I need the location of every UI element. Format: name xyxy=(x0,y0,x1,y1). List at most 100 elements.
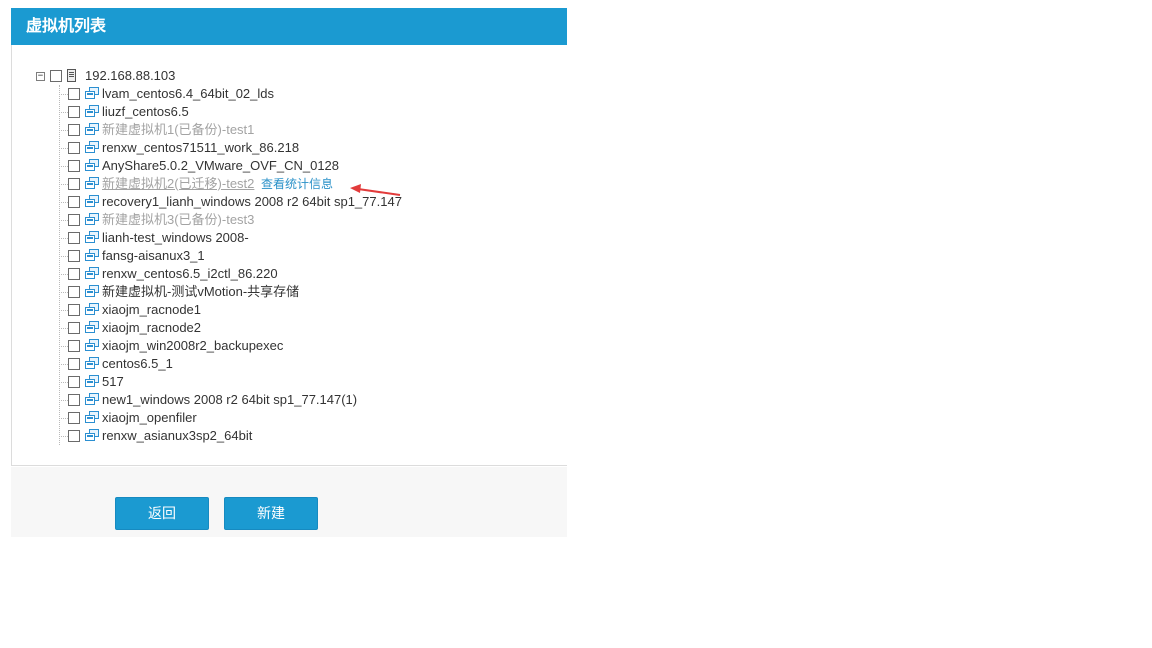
vm-row: renxw_centos71511_work_86.218 xyxy=(12,139,568,157)
vm-checkbox[interactable] xyxy=(68,232,80,244)
vm-checkbox[interactable] xyxy=(68,178,80,190)
vm-row: 新建虚拟机3(已备份)-test3 xyxy=(12,211,568,229)
tree-branch-line xyxy=(59,364,68,365)
vm-label[interactable]: new1_windows 2008 r2 64bit sp1_77.147(1) xyxy=(102,391,357,409)
vm-list-panel: 虚拟机列表 − 192.168.88.103 lvam_centos6.4_64… xyxy=(11,8,567,466)
vm-checkbox[interactable] xyxy=(68,340,80,352)
vm-checkbox[interactable] xyxy=(68,412,80,424)
tree-branch-line xyxy=(59,94,68,95)
virtual-machine-icon xyxy=(85,321,99,334)
panel-title: 虚拟机列表 xyxy=(11,8,567,45)
back-button[interactable]: 返回 xyxy=(115,497,209,530)
vm-row: centos6.5_1 xyxy=(12,355,568,373)
tree-root-host: − 192.168.88.103 xyxy=(12,67,568,85)
virtual-machine-icon xyxy=(85,231,99,244)
vm-row: liuzf_centos6.5 xyxy=(12,103,568,121)
vm-checkbox[interactable] xyxy=(68,214,80,226)
vm-list: lvam_centos6.4_64bit_02_lds liuzf_centos6… xyxy=(12,85,568,445)
vm-label[interactable]: xiaojm_win2008r2_backupexec xyxy=(102,337,283,355)
vm-row: xiaojm_racnode1 xyxy=(12,301,568,319)
vm-label[interactable]: 新建虚拟机-测试vMotion-共享存储 xyxy=(102,283,299,301)
tree-branch-line xyxy=(59,130,68,131)
vm-label[interactable]: 新建虚拟机2(已迁移)-test2 xyxy=(102,175,254,193)
virtual-machine-icon xyxy=(85,141,99,154)
tree-branch-line xyxy=(59,418,68,419)
virtual-machine-icon xyxy=(85,285,99,298)
vm-row: xiaojm_racnode2 xyxy=(12,319,568,337)
tree-branch-line xyxy=(59,292,68,293)
vm-row: fansg-aisanux3_1 xyxy=(12,247,568,265)
vm-checkbox[interactable] xyxy=(68,304,80,316)
virtual-machine-icon xyxy=(85,339,99,352)
virtual-machine-icon xyxy=(85,267,99,280)
vm-row: xiaojm_openfiler xyxy=(12,409,568,427)
virtual-machine-icon xyxy=(85,105,99,118)
tree-branch-line xyxy=(59,274,68,275)
virtual-machine-icon xyxy=(85,249,99,262)
vm-row: AnyShare5.0.2_VMware_OVF_CN_0128 xyxy=(12,157,568,175)
virtual-machine-icon xyxy=(85,303,99,316)
virtual-machine-icon xyxy=(85,123,99,136)
vm-label[interactable]: 新建虚拟机3(已备份)-test3 xyxy=(102,211,254,229)
vm-label[interactable]: lvam_centos6.4_64bit_02_lds xyxy=(102,85,274,103)
tree-branch-line xyxy=(59,310,68,311)
vm-label[interactable]: xiaojm_racnode1 xyxy=(102,301,201,319)
virtual-machine-icon xyxy=(85,375,99,388)
vm-label[interactable]: lianh-test_windows 2008- xyxy=(102,229,249,247)
vm-label[interactable]: renxw_centos6.5_i2ctl_86.220 xyxy=(102,265,278,283)
vm-checkbox[interactable] xyxy=(68,124,80,136)
vm-row: xiaojm_win2008r2_backupexec xyxy=(12,337,568,355)
vm-label[interactable]: renxw_centos71511_work_86.218 xyxy=(102,139,299,157)
vm-checkbox[interactable] xyxy=(68,268,80,280)
virtual-machine-icon xyxy=(85,195,99,208)
tree-branch-line xyxy=(59,184,68,185)
vm-label[interactable]: AnyShare5.0.2_VMware_OVF_CN_0128 xyxy=(102,157,339,175)
vm-checkbox[interactable] xyxy=(68,286,80,298)
vm-label[interactable]: centos6.5_1 xyxy=(102,355,173,373)
tree-branch-line xyxy=(59,238,68,239)
vm-label[interactable]: liuzf_centos6.5 xyxy=(102,103,189,121)
vm-checkbox[interactable] xyxy=(68,322,80,334)
vm-label[interactable]: renxw_asianux3sp2_64bit xyxy=(102,427,252,445)
vm-checkbox[interactable] xyxy=(68,142,80,154)
virtual-machine-icon xyxy=(85,357,99,370)
virtual-machine-icon xyxy=(85,429,99,442)
tree-branch-line xyxy=(59,112,68,113)
vm-label[interactable]: xiaojm_openfiler xyxy=(102,409,197,427)
vm-checkbox[interactable] xyxy=(68,106,80,118)
host-checkbox[interactable] xyxy=(50,70,62,82)
vm-checkbox[interactable] xyxy=(68,430,80,442)
vm-checkbox[interactable] xyxy=(68,358,80,370)
virtual-machine-icon xyxy=(85,87,99,100)
tree-branch-line xyxy=(59,400,68,401)
vm-label[interactable]: 新建虚拟机1(已备份)-test1 xyxy=(102,121,254,139)
tree-branch-line xyxy=(59,256,68,257)
vm-label[interactable]: xiaojm_racnode2 xyxy=(102,319,201,337)
footer-bar: 返回 新建 xyxy=(11,467,567,537)
collapse-icon[interactable]: − xyxy=(36,72,45,81)
tree-branch-line xyxy=(59,166,68,167)
host-label[interactable]: 192.168.88.103 xyxy=(85,67,175,85)
tree-branch-line xyxy=(59,382,68,383)
vm-checkbox[interactable] xyxy=(68,394,80,406)
vm-label[interactable]: 517 xyxy=(102,373,124,391)
tree-branch-line xyxy=(59,148,68,149)
vm-checkbox[interactable] xyxy=(68,250,80,262)
vm-checkbox[interactable] xyxy=(68,196,80,208)
vm-row: 517 xyxy=(12,373,568,391)
vm-row: 新建虚拟机1(已备份)-test1 xyxy=(12,121,568,139)
vm-row: new1_windows 2008 r2 64bit sp1_77.147(1) xyxy=(12,391,568,409)
vm-checkbox[interactable] xyxy=(68,160,80,172)
vm-row: renxw_centos6.5_i2ctl_86.220 xyxy=(12,265,568,283)
vm-label[interactable]: fansg-aisanux3_1 xyxy=(102,247,205,265)
new-button[interactable]: 新建 xyxy=(224,497,318,530)
vm-row: 新建虚拟机2(已迁移)-test2 查看统计信息 xyxy=(12,175,568,193)
view-stats-link[interactable]: 查看统计信息 xyxy=(261,175,333,193)
vm-row: 新建虚拟机-测试vMotion-共享存储 xyxy=(12,283,568,301)
tree-branch-line xyxy=(59,436,68,437)
virtual-machine-icon xyxy=(85,177,99,190)
vm-row: lianh-test_windows 2008- xyxy=(12,229,568,247)
vm-checkbox[interactable] xyxy=(68,376,80,388)
tree-branch-line xyxy=(59,328,68,329)
vm-checkbox[interactable] xyxy=(68,88,80,100)
